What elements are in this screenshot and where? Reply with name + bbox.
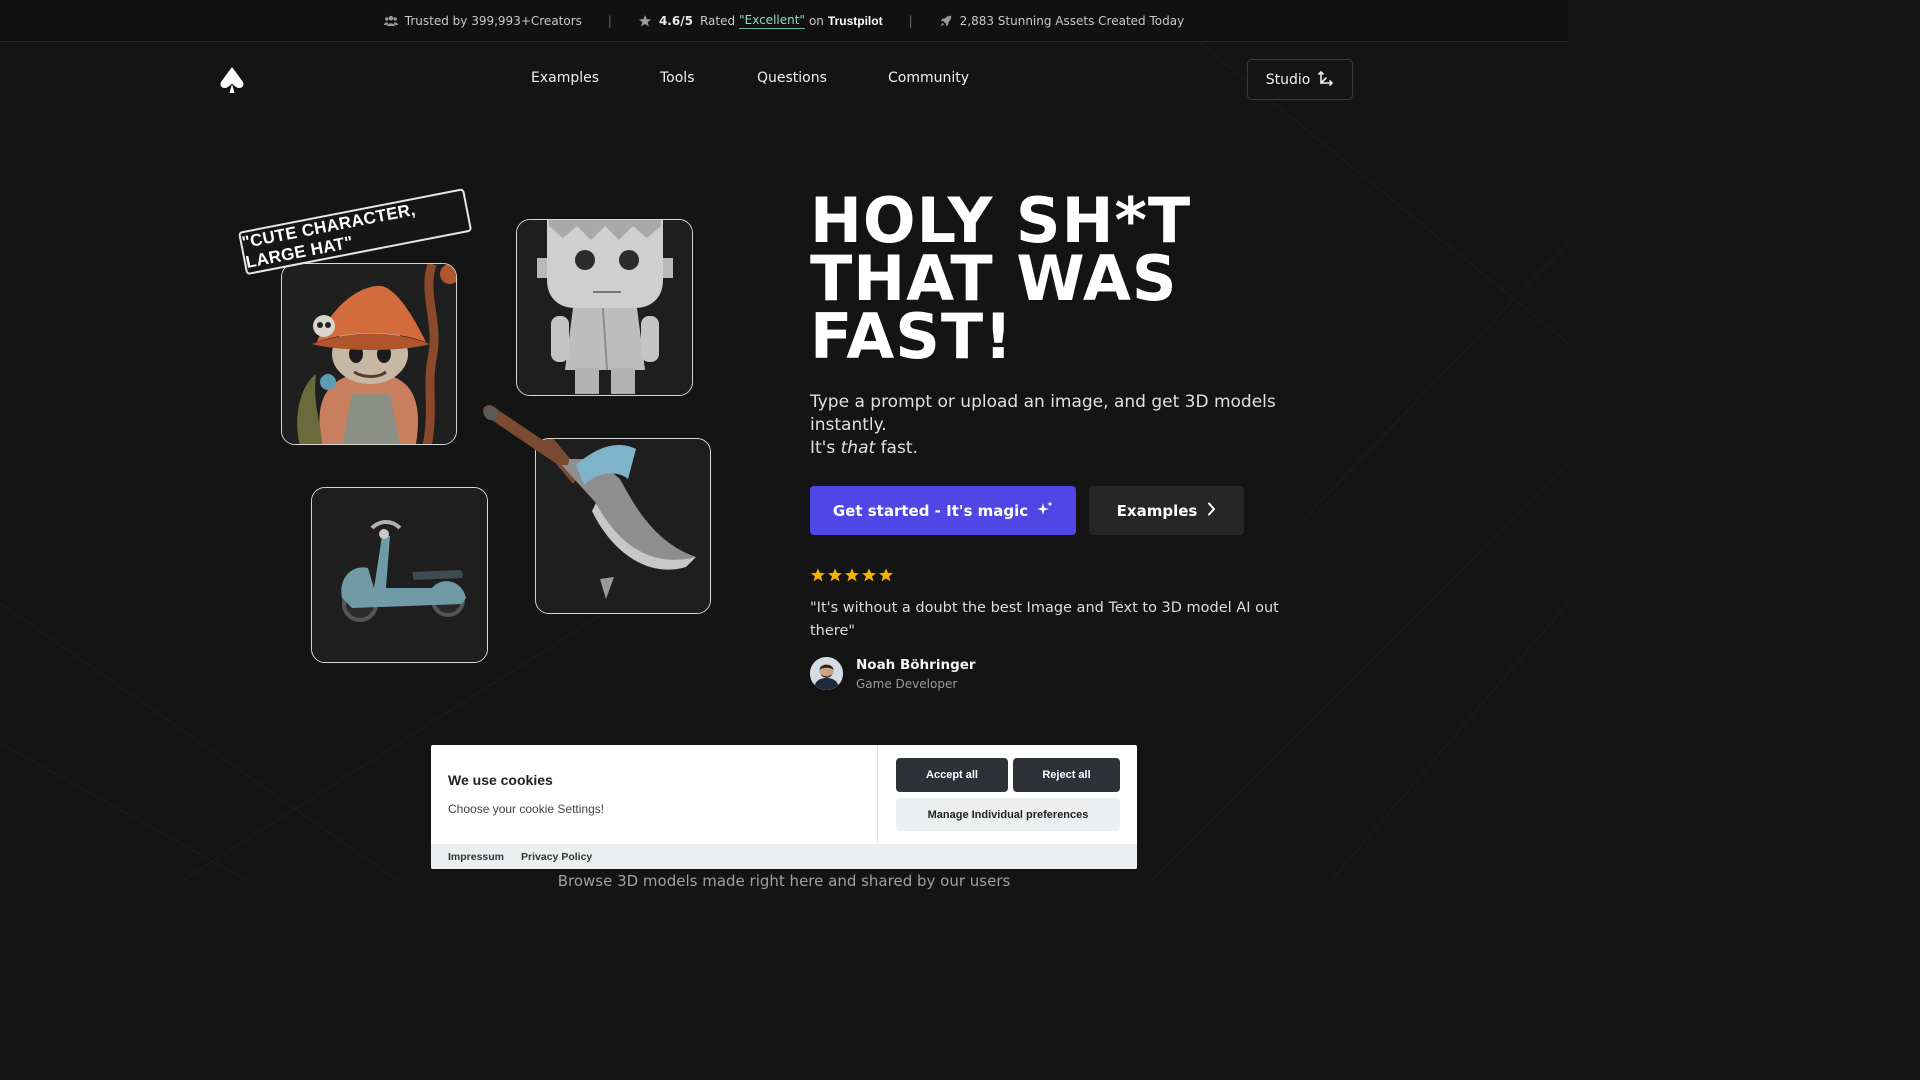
hero-subtitle: Type a prompt or upload an image, and ge…	[810, 391, 1300, 460]
privacy-policy-link[interactable]: Privacy Policy	[521, 851, 592, 863]
subtitle-that: that	[840, 438, 876, 458]
examples-button[interactable]: Examples	[1089, 486, 1244, 535]
star-icon	[811, 568, 825, 582]
subtitle-fast: fast.	[880, 438, 918, 458]
rating-stat[interactable]: 4.6/5 Rated "Excellent" on Trustpilot	[638, 13, 883, 29]
scooter-image	[312, 488, 487, 662]
assets-text: 2,883 Stunning Assets Created Today	[959, 13, 1185, 28]
rating-stars	[810, 567, 894, 583]
users-icon	[383, 15, 398, 27]
trusted-text: Trusted by 399,993+Creators	[404, 13, 582, 28]
rating-score: 4.6/5	[658, 13, 693, 28]
testimonial-author-role: Game Developer	[856, 677, 958, 691]
subtitle-line-2: It's that fast.	[810, 437, 1300, 460]
cookie-footer: Impressum Privacy Policy	[431, 844, 1137, 869]
subtitle-its: It's	[810, 438, 836, 458]
model-card-scooter[interactable]	[311, 487, 488, 663]
star-icon	[845, 568, 859, 582]
star-icon	[879, 568, 893, 582]
impressum-link[interactable]: Impressum	[448, 851, 504, 863]
testimonial-author-name: Noah Böhringer	[856, 657, 976, 673]
nav-community[interactable]: Community	[888, 70, 969, 86]
axe-image	[536, 439, 710, 613]
cookie-info: We use cookies Choose your cookie Settin…	[431, 745, 878, 844]
manage-preferences-button[interactable]: Manage Individual preferences	[896, 798, 1120, 831]
trusted-stat: Trusted by 399,993+Creators	[383, 13, 582, 28]
headline-line-3: FAST!	[810, 300, 1014, 373]
star-icon	[828, 568, 842, 582]
reject-all-button[interactable]: Reject all	[1013, 758, 1120, 792]
axe-handle-overflow	[483, 405, 569, 465]
browse-models-text: Browse 3D models made right here and sha…	[557, 872, 1011, 890]
get-started-button[interactable]: Get started - It's magic	[810, 486, 1076, 535]
rated-value[interactable]: "Excellent"	[739, 13, 805, 29]
trustpilot-logo[interactable]: Trustpilot	[828, 14, 883, 28]
cookie-description: Choose your cookie Settings!	[448, 802, 605, 816]
separator: |	[908, 13, 913, 28]
subtitle-line-1: Type a prompt or upload an image, and ge…	[810, 392, 1276, 435]
separator: |	[607, 13, 612, 28]
assets-stat: 2,883 Stunning Assets Created Today	[939, 13, 1185, 28]
rated-prefix: Rated	[699, 13, 736, 28]
testimonial-quote: "It's without a doubt the best Image and…	[810, 600, 1279, 639]
nav-tools[interactable]: Tools	[660, 70, 695, 86]
examples-label: Examples	[1116, 501, 1198, 520]
star-icon	[862, 568, 876, 582]
cookie-title: We use cookies	[448, 772, 553, 788]
sparkle-icon	[1037, 501, 1053, 521]
hero-headline: HOLY SH*T THAT WAS FAST!	[810, 190, 1250, 373]
nav-questions[interactable]: Questions	[757, 70, 827, 86]
accept-all-button[interactable]: Accept all	[896, 758, 1008, 792]
avatar	[810, 657, 843, 690]
rocket-icon	[939, 14, 953, 28]
get-started-label: Get started - It's magic	[832, 501, 1029, 520]
frankenstein-image	[517, 220, 692, 395]
model-card-wizard[interactable]	[281, 263, 457, 445]
cookie-dialog: We use cookies Choose your cookie Settin…	[431, 745, 1137, 869]
nav-examples[interactable]: Examples	[531, 70, 599, 86]
prompt-tag-text: "CUTE CHARACTER, LARGE HAT"	[240, 199, 417, 272]
studio-button[interactable]: Studio	[1247, 59, 1353, 100]
chevron-right-icon	[1207, 502, 1216, 520]
announcement-bar: Trusted by 399,993+Creators | 4.6/5 Rate…	[0, 0, 1568, 42]
rated-on: on	[808, 13, 824, 28]
model-card-frankenstein[interactable]	[516, 219, 693, 396]
axis-icon	[1318, 70, 1334, 90]
wizard-image	[282, 264, 456, 444]
star-icon	[638, 14, 652, 28]
studio-label: Studio	[1265, 71, 1311, 88]
